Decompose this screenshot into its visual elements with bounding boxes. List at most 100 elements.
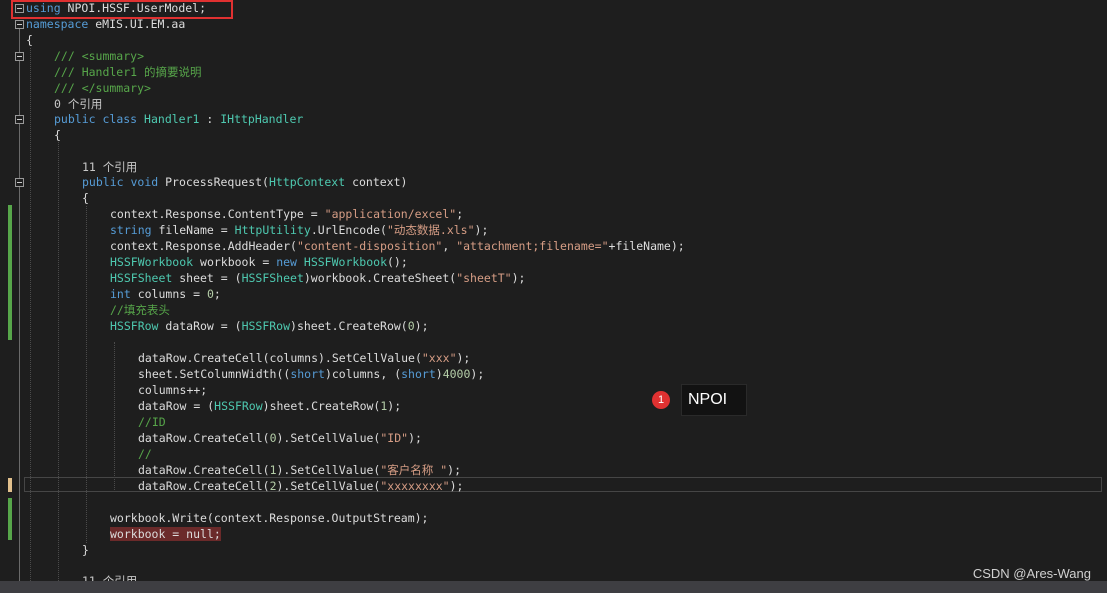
token-text: ); bbox=[414, 319, 429, 333]
code-line[interactable]: dataRow = (HSSFRow)sheet.CreateRow(1); bbox=[138, 398, 401, 414]
token-keyword: void bbox=[130, 175, 159, 189]
token-string: "ID" bbox=[380, 431, 409, 445]
token-text: context.Response.AddHeader( bbox=[110, 239, 297, 253]
token-number: 0 bbox=[206, 287, 214, 301]
token-string: "content-disposition" bbox=[296, 239, 443, 253]
token-comment: //ID bbox=[138, 415, 166, 429]
token-comment: /// <summary> bbox=[54, 49, 145, 63]
code-line[interactable]: int columns = 0; bbox=[110, 286, 221, 302]
code-editor[interactable]: using NPOI.HSSF.UserModel; namespace eMI… bbox=[0, 0, 1107, 593]
codelens-references[interactable]: 11 个引用 bbox=[82, 159, 137, 175]
token-text: dataRow = ( bbox=[138, 399, 215, 413]
token-number: 0 bbox=[407, 319, 415, 333]
indent-guide bbox=[30, 48, 31, 593]
code-line[interactable]: sheet.SetColumnWidth((short)columns, (sh… bbox=[138, 366, 484, 382]
code-line[interactable]: //填充表头 bbox=[110, 302, 170, 318]
token-text: context.Response.ContentType = bbox=[110, 207, 325, 221]
code-line[interactable]: context.Response.AddHeader("content-disp… bbox=[110, 238, 685, 254]
token-type: HSSFRow bbox=[241, 319, 291, 333]
token-number: 4000 bbox=[442, 367, 471, 381]
collapse-icon[interactable] bbox=[15, 52, 24, 61]
code-line[interactable]: } bbox=[82, 542, 89, 558]
token-keyword: new bbox=[276, 255, 297, 269]
code-line[interactable]: string fileName = HttpUtility.UrlEncode(… bbox=[110, 222, 488, 238]
token-string: "sheetT" bbox=[456, 271, 512, 285]
token-type: HttpContext bbox=[268, 175, 346, 189]
collapse-icon[interactable] bbox=[15, 178, 24, 187]
token-text: )sheet.CreateRow( bbox=[262, 399, 381, 413]
token-text: dataRow.CreateCell( bbox=[138, 463, 270, 477]
code-line[interactable]: /// </summary> bbox=[54, 80, 151, 96]
indent-guide bbox=[114, 342, 115, 492]
token-type: IHttpHandler bbox=[220, 112, 304, 126]
token-text: ).SetCellValue( bbox=[276, 431, 381, 445]
annotation-tooltip: NPOI bbox=[681, 384, 747, 416]
token-text: workbook = bbox=[193, 255, 277, 269]
token-text: ) bbox=[435, 367, 443, 381]
code-line[interactable]: HSSFRow dataRow = (HSSFRow)sheet.CreateR… bbox=[110, 318, 429, 334]
collapse-icon[interactable] bbox=[15, 20, 24, 29]
token-keyword: short bbox=[290, 367, 325, 381]
horizontal-scrollbar[interactable] bbox=[0, 581, 1107, 593]
annotation-badge: 1 bbox=[652, 391, 670, 409]
change-bar bbox=[8, 498, 12, 540]
token-string: "attachment;filename=" bbox=[456, 239, 609, 253]
token-text: ProcessRequest( bbox=[158, 175, 269, 189]
code-line[interactable]: dataRow.CreateCell(1).SetCellValue("客户名称… bbox=[138, 462, 461, 478]
code-line[interactable]: HSSFWorkbook workbook = new HSSFWorkbook… bbox=[110, 254, 408, 270]
token-string: "xxx" bbox=[421, 351, 457, 365]
token-string: "xxxxxxxx" bbox=[380, 479, 450, 493]
token-type: HSSFRow bbox=[110, 319, 159, 333]
token-text: )columns, ( bbox=[324, 367, 402, 381]
token-text: ).SetCellValue( bbox=[276, 463, 381, 477]
token-text: ); bbox=[474, 223, 489, 237]
code-line[interactable]: /// Handler1 的摘要说明 bbox=[54, 64, 202, 80]
code-line[interactable]: workbook.Write(context.Response.OutputSt… bbox=[110, 510, 429, 526]
code-line[interactable]: //ID bbox=[138, 414, 166, 430]
code-line[interactable]: public void ProcessRequest(HttpContext c… bbox=[82, 174, 407, 190]
code-line[interactable]: { bbox=[82, 190, 89, 206]
token-type: HSSFRow bbox=[214, 399, 263, 413]
token-text: : bbox=[199, 112, 221, 126]
code-line[interactable]: dataRow.CreateCell(columns).SetCellValue… bbox=[138, 350, 470, 366]
token-text: fileName = bbox=[151, 223, 235, 237]
token-text: ); bbox=[449, 479, 464, 493]
token-text: { bbox=[82, 191, 89, 205]
token-text: ); bbox=[447, 463, 461, 477]
token-text: sheet = ( bbox=[172, 271, 242, 285]
code-line[interactable]: { bbox=[54, 127, 61, 143]
token-text: columns++; bbox=[138, 383, 208, 397]
token-type: HSSFWorkbook bbox=[303, 255, 387, 269]
token-text: ); bbox=[408, 431, 422, 445]
code-line-current[interactable]: dataRow.CreateCell(2).SetCellValue("xxxx… bbox=[138, 478, 463, 494]
outline-line bbox=[19, 28, 20, 588]
code-line[interactable]: public class Handler1 : IHttpHandler bbox=[54, 111, 303, 127]
token-keyword: public bbox=[54, 112, 96, 126]
token-comment: /// </summary> bbox=[54, 81, 151, 95]
code-line[interactable]: /// <summary> bbox=[54, 48, 144, 64]
token-keyword: string bbox=[110, 223, 152, 237]
token-string: "客户名称 " bbox=[380, 463, 448, 477]
code-line[interactable]: context.Response.ContentType = "applicat… bbox=[110, 206, 463, 222]
code-line[interactable]: { bbox=[26, 32, 33, 48]
token-text: eMIS.UI.EM.aa bbox=[88, 17, 186, 31]
token-keyword: short bbox=[401, 367, 436, 381]
token-text: columns = bbox=[130, 287, 207, 301]
token-number: 2 bbox=[269, 479, 277, 493]
token-type: HSSFWorkbook bbox=[110, 255, 194, 269]
token-text: +fileName); bbox=[608, 239, 685, 253]
code-line[interactable]: dataRow.CreateCell(0).SetCellValue("ID")… bbox=[138, 430, 422, 446]
annotation-highlight-box bbox=[11, 0, 233, 19]
token-text: , bbox=[442, 239, 457, 253]
codelens-references[interactable]: 0 个引用 bbox=[54, 96, 102, 112]
code-line[interactable]: columns++; bbox=[138, 382, 207, 398]
code-line[interactable]: HSSFSheet sheet = (HSSFSheet)workbook.Cr… bbox=[110, 270, 525, 286]
token-comment: //填充表头 bbox=[110, 303, 170, 317]
token-codelens: 0 个引用 bbox=[54, 97, 103, 111]
token-text: context) bbox=[345, 175, 408, 189]
code-line[interactable]: // bbox=[138, 446, 152, 462]
indent-guide bbox=[86, 206, 87, 543]
code-line-highlighted[interactable]: workbook = null; bbox=[110, 526, 221, 542]
collapse-icon[interactable] bbox=[15, 115, 24, 124]
